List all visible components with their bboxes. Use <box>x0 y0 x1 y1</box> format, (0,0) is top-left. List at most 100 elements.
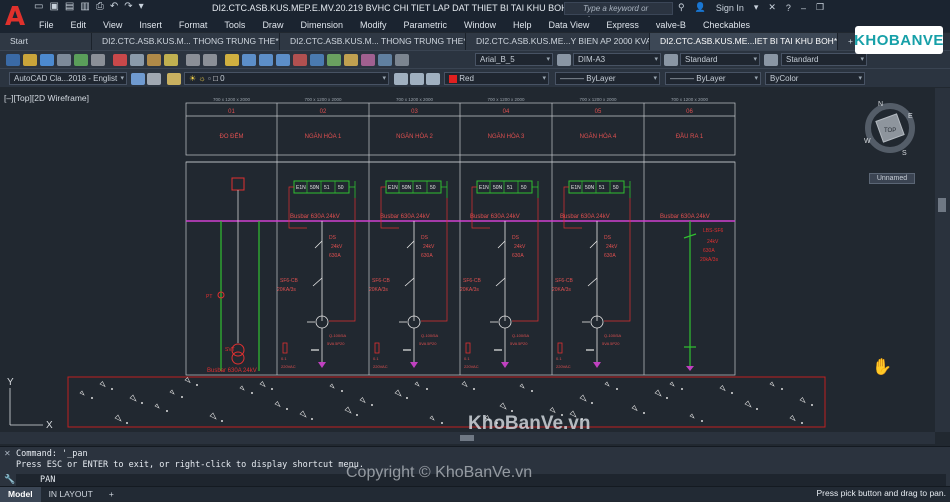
ucs-x-label: X <box>46 420 53 431</box>
save-drawing-icon[interactable] <box>40 53 54 66</box>
viewcube-w-label[interactable]: W <box>864 138 871 145</box>
viewcube-top-label[interactable]: TOP <box>884 128 896 134</box>
open-icon[interactable]: ▣ <box>49 1 58 12</box>
menu-item-valve-b[interactable]: valve-B <box>656 20 686 30</box>
wrench-icon[interactable]: 🔧 <box>4 474 15 485</box>
plotstyle-select[interactable]: ByColor ▾ <box>765 72 865 85</box>
print-icon[interactable]: ⎙ <box>96 1 104 12</box>
command-close-icon[interactable]: ✕ <box>4 449 11 458</box>
tab-layout[interactable]: IN LAYOUT <box>41 487 101 502</box>
menu-item-insert[interactable]: Insert <box>139 20 162 30</box>
file-tab[interactable]: DI2.CTC.ASB.KUS.M... THONG TRUNG THE*✕ <box>92 33 280 50</box>
horizontal-scroll-thumb[interactable] <box>460 435 474 441</box>
dim-style-icon[interactable] <box>557 54 571 66</box>
file-tab[interactable]: DI2.CTC.ASB.KUS.ME...Y BIEN AP 2000 KVA*… <box>466 33 650 50</box>
exchange-icon[interactable]: ✕ <box>768 2 776 13</box>
properties-icon[interactable] <box>293 53 307 66</box>
binoculars-icon[interactable]: ⚲ <box>678 2 685 13</box>
copy-icon[interactable] <box>130 53 144 66</box>
tool-palettes-icon[interactable] <box>327 53 341 66</box>
sheet-set-icon[interactable] <box>344 53 358 66</box>
calculator-icon[interactable] <box>378 53 392 66</box>
new-icon[interactable]: ▭ <box>34 1 43 12</box>
plot-icon[interactable] <box>57 53 71 66</box>
menu-item-format[interactable]: Format <box>179 20 208 30</box>
layer-select[interactable]: ☀ ☼ ▫ □ 0 ▾ <box>184 72 389 85</box>
zoom-window-icon[interactable] <box>259 53 273 66</box>
match-properties-icon[interactable] <box>164 53 178 66</box>
open-drawing-icon[interactable] <box>23 53 37 66</box>
application-menu-button[interactable]: A <box>0 0 30 33</box>
redo-tool-icon[interactable] <box>203 53 217 66</box>
redo-icon[interactable]: ↷ <box>124 1 132 12</box>
dropdown-icon[interactable]: ▾ <box>139 1 144 12</box>
viewcube-s-label[interactable]: S <box>902 150 907 157</box>
vertical-scroll-thumb[interactable] <box>938 198 946 212</box>
sign-in-link[interactable]: Sign In <box>716 3 744 13</box>
user-icon[interactable]: 👤 <box>695 2 706 13</box>
linetype-select[interactable]: ——— ByLayer ▾ <box>555 72 660 85</box>
file-tab[interactable]: DI2.CTC.ASB.KUS.ME...IET BI TAI KHU BOH*… <box>650 33 838 50</box>
customize-icon[interactable] <box>147 73 161 85</box>
workspace-select[interactable]: AutoCAD Cla...2018 - Englist ▾ <box>9 72 127 85</box>
preview-icon[interactable] <box>74 53 88 66</box>
vertical-scrollbar[interactable] <box>935 88 950 432</box>
undo-tool-icon[interactable] <box>186 53 200 66</box>
tab-model[interactable]: Model <box>0 486 41 502</box>
pan-icon[interactable] <box>225 53 239 66</box>
layer-properties-icon[interactable] <box>167 73 181 85</box>
menu-item-draw[interactable]: Draw <box>262 20 283 30</box>
save-icon[interactable]: ▤ <box>65 1 74 12</box>
color-select[interactable]: Red ▾ <box>444 72 549 85</box>
menu-item-dimension[interactable]: Dimension <box>300 20 343 30</box>
layer-state-icon[interactable] <box>426 73 440 85</box>
menu-item-modify[interactable]: Modify <box>360 20 387 30</box>
markup-icon[interactable] <box>361 53 375 66</box>
menu-item-help[interactable]: Help <box>513 20 532 30</box>
new-drawing-icon[interactable] <box>6 53 20 66</box>
menu-item-parametric[interactable]: Parametric <box>404 20 448 30</box>
dim-style-select[interactable]: DIM-A3 ▾ <box>573 53 661 66</box>
file-tab[interactable]: Start <box>0 33 92 50</box>
cut-icon[interactable] <box>113 53 127 66</box>
mleader-style-icon[interactable] <box>764 54 778 66</box>
help-tool-icon[interactable] <box>395 53 409 66</box>
table-style-select[interactable]: Standard ▾ <box>680 53 760 66</box>
restore-icon[interactable]: ❐ <box>816 2 824 13</box>
hatch-dot <box>755 407 758 410</box>
menu-item-edit[interactable]: Edit <box>71 20 87 30</box>
minimize-icon[interactable]: – <box>801 3 806 13</box>
workspace-settings-icon[interactable] <box>131 73 145 85</box>
menu-item-express[interactable]: Express <box>606 20 639 30</box>
lineweight-select[interactable]: ——— ByLayer ▾ <box>665 72 761 85</box>
cart-icon[interactable]: ▾ <box>754 2 759 13</box>
publish-icon[interactable] <box>91 53 105 66</box>
text-style-select[interactable]: Arial_B_5 ▾ <box>475 53 553 66</box>
viewcube-e-label[interactable]: E <box>908 113 913 120</box>
menu-item-data-view[interactable]: Data View <box>549 20 590 30</box>
saveas-icon[interactable]: ▥ <box>80 1 89 12</box>
table-style-icon[interactable] <box>664 54 678 66</box>
search-input[interactable]: Type a keyword or phrase <box>564 2 673 24</box>
viewcube-n-label[interactable]: N <box>878 101 883 108</box>
zoom-icon[interactable] <box>242 53 256 66</box>
mleader-style-select[interactable]: Standard ▾ <box>781 53 867 66</box>
menu-item-window[interactable]: Window <box>464 20 496 30</box>
menu-item-tools[interactable]: Tools <box>224 20 245 30</box>
file-tab[interactable]: DI2.CTC.ASB.KUS.M... THONG TRUNG THE*✕ <box>280 33 466 50</box>
zoom-previous-icon[interactable] <box>276 53 290 66</box>
viewcube[interactable]: TOP N E S W <box>864 101 915 157</box>
make-current-icon[interactable] <box>394 73 408 85</box>
help-icon[interactable]: ? <box>786 3 791 13</box>
sf6-rating-label: 20KA/3s <box>552 287 571 293</box>
design-center-icon[interactable] <box>310 53 324 66</box>
drawing-viewport[interactable]: [–][Top][2D Wireframe] 700 x 1200 x 2000… <box>0 88 935 432</box>
undo-icon[interactable]: ↶ <box>110 1 118 12</box>
menu-item-view[interactable]: View <box>103 20 122 30</box>
menu-item-checkables[interactable]: Checkables <box>703 20 750 30</box>
menu-item-file[interactable]: File <box>39 20 54 30</box>
layer-previous-icon[interactable] <box>410 73 424 85</box>
add-layout-icon[interactable]: + <box>101 487 122 502</box>
ucs-menu[interactable]: Unnamed <box>869 173 915 184</box>
paste-icon[interactable] <box>147 53 161 66</box>
